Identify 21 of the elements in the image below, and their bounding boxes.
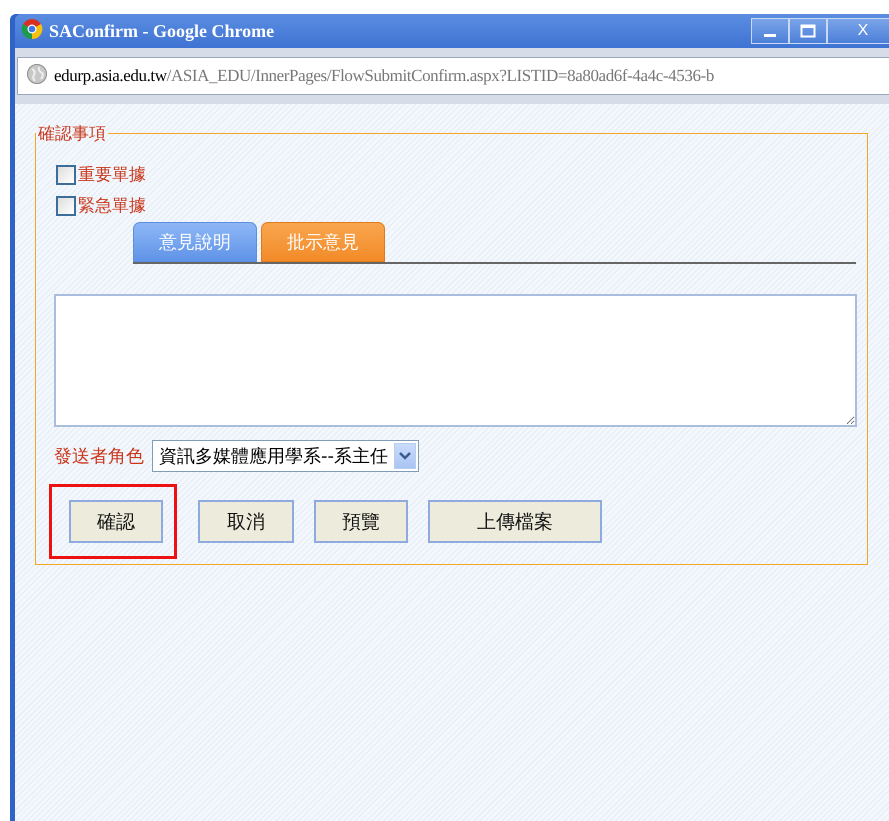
maximize-button[interactable]	[789, 18, 827, 44]
fieldset-legend: 確認事項	[36, 122, 108, 145]
chevron-down-icon	[399, 452, 411, 460]
minimize-button[interactable]	[751, 18, 789, 44]
url-text: edurp.asia.edu.tw/ASIA_EDU/InnerPages/FlowSubmitConfirm.aspx?LISTID=8a80ad6f-4a4c-4536-b	[54, 66, 714, 86]
address-field[interactable]: edurp.asia.edu.tw/ASIA_EDU/InnerPages/FlowSubmitConfirm.aspx?LISTID=8a80ad6f-4a4c-4536-b	[17, 57, 889, 95]
action-button[interactable]: 取消	[198, 500, 294, 543]
checkbox[interactable]	[56, 196, 76, 216]
action-button[interactable]: 預覽	[314, 500, 408, 543]
action-button[interactable]: 確認	[69, 500, 163, 543]
maximize-icon	[800, 24, 816, 38]
minimize-icon	[764, 34, 776, 36]
action-button[interactable]: 上傳檔案	[428, 500, 602, 543]
checkbox-label: 緊急單據	[78, 195, 146, 217]
globe-icon	[26, 62, 48, 84]
sender-role-label: 發送者角色	[54, 445, 144, 468]
sender-role-dropdown[interactable]: 資訊多媒體應用學系--系主任	[152, 440, 419, 472]
checkbox[interactable]	[56, 164, 76, 184]
checkbox-label: 重要單據	[78, 164, 146, 186]
window-title: SAConfirm - Google Chrome	[49, 20, 276, 42]
browser-logo-icon	[21, 18, 43, 40]
